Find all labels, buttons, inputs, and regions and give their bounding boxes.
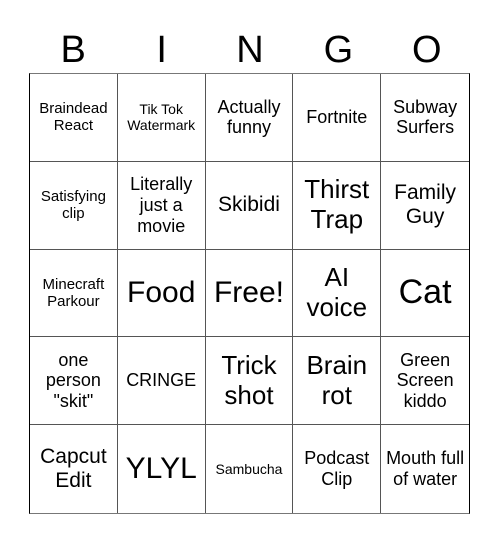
- header-letter-n: N: [236, 29, 264, 71]
- bingo-cell[interactable]: Podcast Clip: [293, 425, 382, 513]
- cell-label: Skibidi: [218, 193, 280, 217]
- cell-label: Cat: [398, 273, 452, 312]
- bingo-cell[interactable]: CRINGE: [117, 337, 206, 426]
- cell-label: Actually funny: [217, 96, 281, 138]
- cell-label: Capcut Edit: [40, 444, 107, 493]
- cell-label: Podcast Clip: [304, 448, 370, 490]
- bingo-cell[interactable]: Fortnite: [293, 74, 382, 162]
- cell-label: Braindead React: [39, 100, 108, 135]
- bingo-grid: Braindead React Tik Tok Watermark Actual…: [29, 73, 470, 514]
- cell-label: YLYL: [125, 451, 197, 485]
- cell-label: Mouth full of water: [386, 448, 465, 490]
- bingo-cell[interactable]: Skibidi: [205, 161, 294, 250]
- cell-label: Family Guy: [394, 181, 457, 229]
- bingo-cell[interactable]: Minecraft Parkour: [30, 249, 118, 338]
- cell-label: AI voice: [306, 262, 368, 322]
- header-letter-o: O: [412, 29, 442, 71]
- bingo-cell[interactable]: Satisfying clip: [30, 161, 118, 250]
- bingo-cell[interactable]: Literally just a movie: [117, 161, 206, 250]
- cell-label: Free!: [213, 275, 284, 309]
- cell-label: Sambucha: [215, 461, 283, 478]
- bingo-cell[interactable]: Actually funny: [205, 74, 294, 162]
- bingo-cell[interactable]: Tik Tok Watermark: [117, 74, 206, 162]
- cell-label: CRINGE: [126, 370, 197, 391]
- bingo-cell[interactable]: Sambucha: [206, 425, 294, 513]
- bingo-cell[interactable]: Thirst Trap: [293, 161, 382, 250]
- bingo-cell[interactable]: Cat: [381, 250, 469, 338]
- bingo-cell[interactable]: Mouth full of water: [381, 425, 469, 513]
- cell-label: Satisfying clip: [40, 187, 106, 223]
- cell-label: Brain rot: [306, 349, 368, 410]
- cell-label: Minecraft Parkour: [42, 275, 105, 310]
- bingo-cell[interactable]: Food: [117, 249, 206, 338]
- cell-label: Thirst Trap: [304, 174, 370, 235]
- cell-label: Green Screen kiddo: [396, 349, 454, 412]
- bingo-cell[interactable]: Trick shot: [205, 337, 294, 426]
- cell-label: Fortnite: [306, 107, 368, 128]
- bingo-cell[interactable]: AI voice: [293, 249, 382, 338]
- cell-label: Trick shot: [221, 349, 277, 410]
- bingo-cell[interactable]: Family Guy: [381, 162, 469, 250]
- bingo-cell[interactable]: Green Screen kiddo: [381, 337, 469, 426]
- bingo-cell[interactable]: Braindead React: [30, 74, 118, 162]
- bingo-cell[interactable]: Brain rot: [293, 337, 382, 426]
- bingo-cell[interactable]: one person "skit": [30, 337, 118, 426]
- bingo-cell[interactable]: Capcut Edit: [30, 425, 118, 513]
- cell-label: Tik Tok Watermark: [127, 101, 196, 134]
- header-letter-i: I: [156, 29, 167, 71]
- cell-label: one person "skit": [45, 349, 101, 412]
- bingo-header: B I N G O: [29, 24, 471, 72]
- bingo-cell[interactable]: Subway Surfers: [381, 74, 469, 162]
- cell-label: Food: [127, 275, 196, 309]
- header-letter-b: B: [60, 29, 86, 71]
- cell-label: Subway Surfers: [393, 96, 458, 138]
- header-letter-g: G: [323, 29, 354, 71]
- bingo-cell[interactable]: YLYL: [118, 425, 206, 513]
- bingo-cell[interactable]: Free!: [205, 249, 294, 338]
- cell-label: Literally just a movie: [130, 174, 193, 236]
